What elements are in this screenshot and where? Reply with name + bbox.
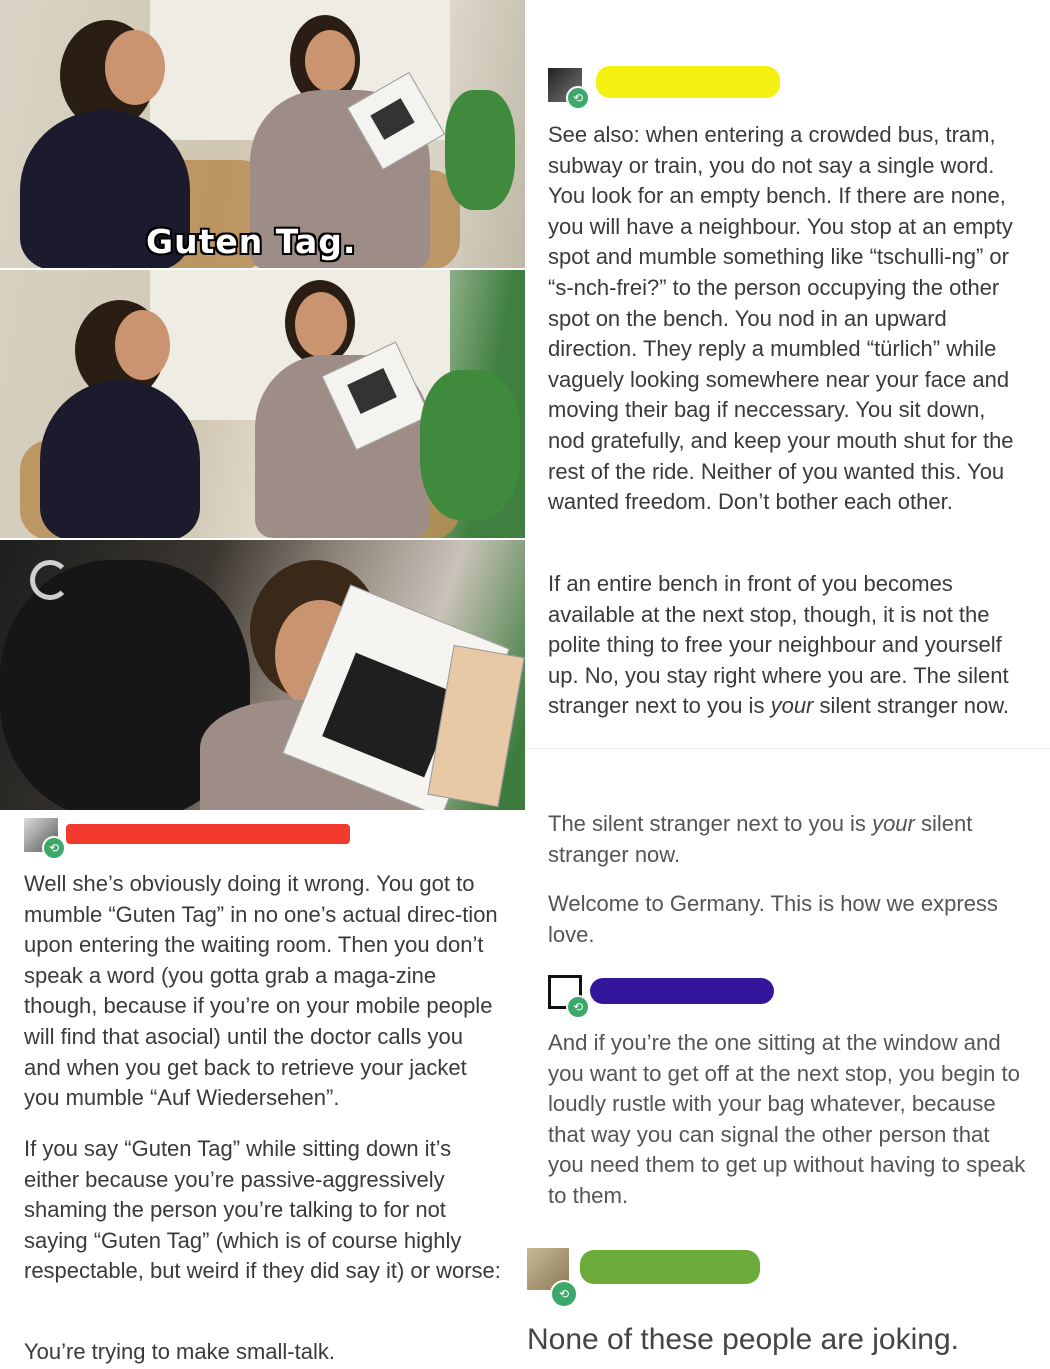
reblog-icon: ⟲	[566, 86, 590, 110]
post-body: If you say “Guten Tag” while sitting dow…	[24, 1136, 501, 1284]
redacted-username	[66, 824, 350, 844]
photo-panel-3	[0, 540, 525, 810]
redacted-username	[590, 978, 774, 1004]
redacted-username	[580, 1250, 760, 1284]
reblog-icon: ⟲	[550, 1280, 578, 1308]
divider	[526, 748, 1050, 749]
post-body: The silent stranger next to you is your …	[548, 811, 973, 867]
post-body: Welcome to Germany. This is how we expre…	[548, 891, 998, 947]
post-body: If an entire bench in front of you becom…	[548, 571, 1010, 719]
post-body: And if you’re the one sitting at the win…	[548, 1030, 1026, 1208]
redacted-username	[596, 66, 780, 98]
reblog-icon: ⟲	[42, 836, 66, 860]
post-body: None of these people are joking.	[527, 1323, 959, 1356]
post-body: You’re trying to make small-talk.	[24, 1339, 335, 1364]
video-subtitle: Guten Tag.	[146, 222, 357, 261]
photo-panel-1: Guten Tag.	[0, 0, 525, 268]
post-body: See also: when entering a crowded bus, t…	[548, 122, 1014, 515]
photo-panel-2	[0, 270, 525, 538]
post-body: Well she’s obviously doing it wrong. You…	[24, 871, 498, 1111]
reblog-icon: ⟲	[566, 995, 590, 1019]
goethe-logo-icon	[30, 560, 70, 600]
